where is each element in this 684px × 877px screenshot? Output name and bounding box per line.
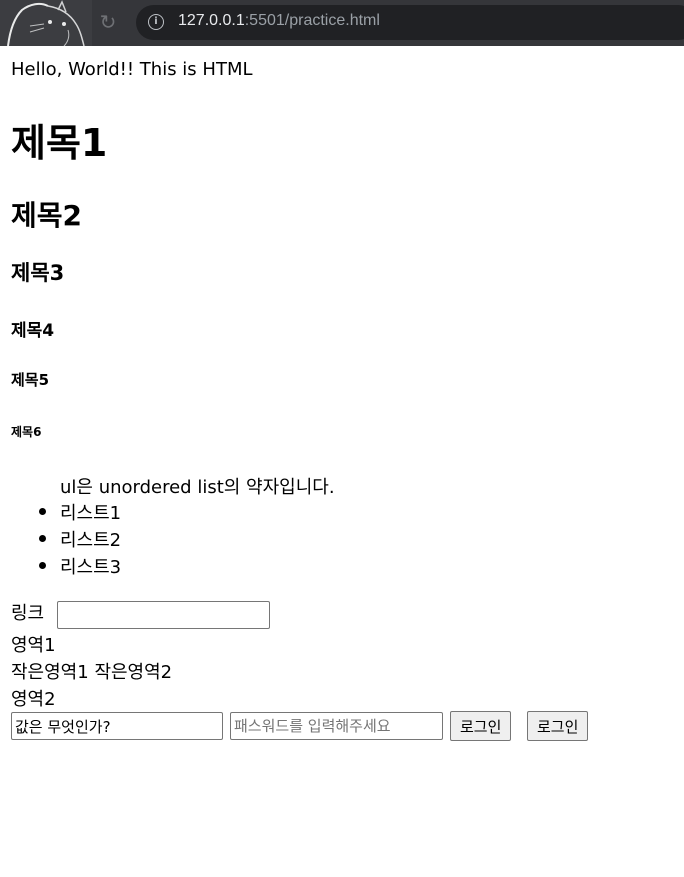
link-label: 링크 — [11, 603, 45, 624]
reload-icon[interactable]: ↻ — [96, 10, 120, 34]
list-item-label: 리스트2 — [60, 530, 122, 551]
tab-favicon-art — [0, 0, 92, 46]
heading-5: 제목5 — [11, 371, 50, 389]
url-host: 127.0.0.1 — [178, 12, 245, 29]
link-input[interactable] — [57, 601, 270, 629]
url-path: :5501/practice.html — [244, 12, 380, 29]
bullet-icon — [39, 535, 46, 542]
cat-logo-icon — [7, 0, 85, 46]
password-input[interactable] — [230, 712, 443, 740]
bullet-icon — [39, 508, 46, 515]
login-button[interactable]: 로그인 — [450, 711, 512, 741]
heading-3: 제목3 — [11, 261, 65, 285]
heading-2: 제목2 — [11, 199, 83, 232]
list-item-label: 리스트1 — [60, 503, 122, 524]
heading-4: 제목4 — [11, 321, 55, 341]
value-input[interactable] — [11, 712, 223, 740]
small-area1: 작은영역1 — [11, 662, 89, 683]
heading-6: 제목6 — [11, 425, 42, 439]
address-bar[interactable]: i 127.0.0.1:5501/practice.html — [136, 5, 684, 40]
area2: 영역2 — [11, 689, 56, 710]
browser-toolbar: ↻ i 127.0.0.1:5501/practice.html — [0, 0, 684, 46]
bullet-icon — [39, 562, 46, 569]
small-area2: 작은영역2 — [94, 662, 173, 683]
info-icon[interactable]: i — [148, 14, 164, 30]
list-item-label: 리스트3 — [60, 557, 122, 578]
area1: 영역1 — [11, 635, 56, 656]
small-area-row: 작은영역1 작은영역2 — [11, 658, 172, 684]
login-button-2[interactable]: 로그인 — [527, 711, 589, 741]
url-text[interactable]: 127.0.0.1:5501/practice.html — [178, 12, 380, 30]
ul-caption: ul은 unordered list의 약자입니다. — [60, 477, 335, 498]
intro-text: Hello, World!! This is HTML — [11, 59, 253, 80]
heading-1: 제목1 — [11, 121, 108, 165]
